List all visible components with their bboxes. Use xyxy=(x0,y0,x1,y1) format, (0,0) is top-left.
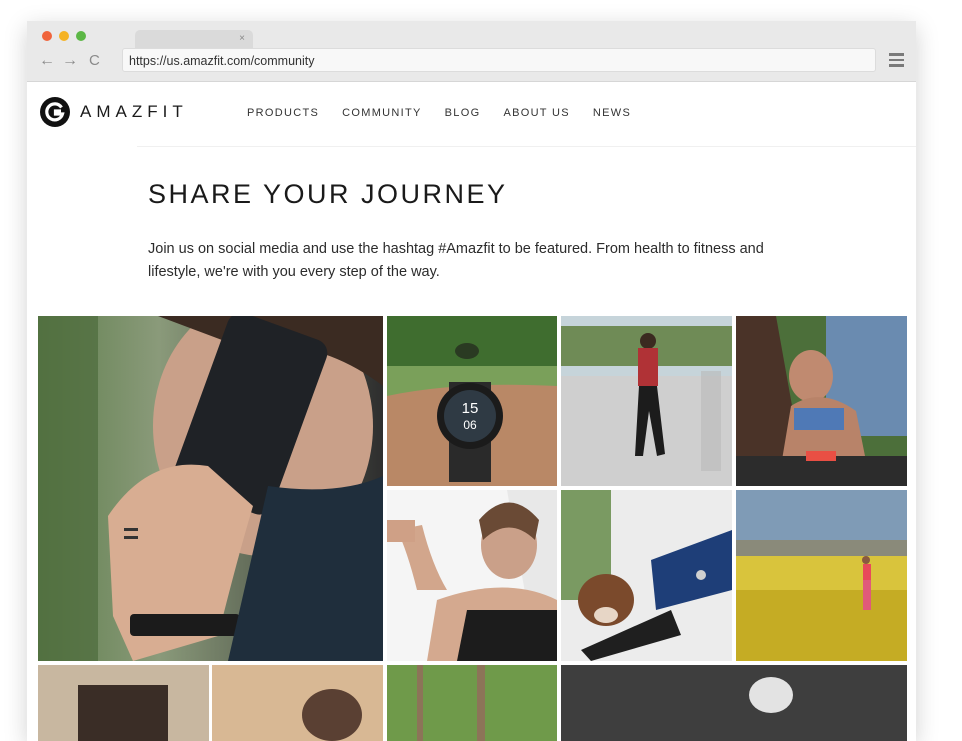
minimize-window-button[interactable] xyxy=(59,31,69,41)
tab-close-icon[interactable]: × xyxy=(239,32,245,46)
hamburger-menu-icon[interactable] xyxy=(889,53,904,67)
intro-text: Join us on social media and use the hash… xyxy=(148,241,764,280)
gallery-photo-dog-shoes[interactable] xyxy=(561,490,732,661)
gallery-photo-flex[interactable] xyxy=(387,490,557,661)
site-header: AMAZFIT PRODUCTS COMMUNITY BLOG ABOUT US… xyxy=(27,82,916,146)
logo-wordmark[interactable]: AMAZFIT xyxy=(80,101,188,123)
forward-arrow-icon[interactable]: → xyxy=(62,51,78,71)
gallery-photo-row3-b[interactable] xyxy=(212,665,383,741)
address-bar[interactable]: https://us.amazfit.com/community xyxy=(122,48,876,72)
nav-community[interactable]: COMMUNITY xyxy=(342,106,422,120)
browser-tab[interactable]: × xyxy=(135,30,253,48)
browser-window: × ← → C https://us.amazfit.com/community… xyxy=(27,21,916,741)
gallery-photo-street-walk[interactable] xyxy=(561,316,732,486)
back-arrow-icon[interactable]: ← xyxy=(39,51,55,71)
amazfit-logo-icon[interactable] xyxy=(40,97,70,127)
close-window-button[interactable] xyxy=(42,31,52,41)
main-nav: PRODUCTS COMMUNITY BLOG ABOUT US NEWS xyxy=(247,106,654,120)
maximize-window-button[interactable] xyxy=(76,31,86,41)
gallery-photo-plank[interactable] xyxy=(736,316,907,486)
watch-minute: 06 xyxy=(463,418,477,432)
browser-chrome: × ← → C https://us.amazfit.com/community xyxy=(27,21,916,82)
gallery-photo-row3-a[interactable] xyxy=(38,665,209,741)
gallery-photo-flower-field[interactable] xyxy=(736,490,907,661)
gallery-photo-watch[interactable]: 15 06 xyxy=(387,316,557,486)
nav-products[interactable]: PRODUCTS xyxy=(247,106,319,120)
header-divider xyxy=(137,146,916,147)
gallery-photo-phone-call[interactable] xyxy=(38,316,383,661)
nav-about-us[interactable]: ABOUT US xyxy=(503,106,569,120)
reload-icon[interactable]: C xyxy=(89,51,100,71)
nav-news[interactable]: NEWS xyxy=(593,106,631,120)
watch-hour: 15 xyxy=(462,400,479,417)
page-title: SHARE YOUR JOURNEY xyxy=(148,179,508,209)
nav-blog[interactable]: BLOG xyxy=(445,106,481,120)
gallery-photo-row3-d[interactable] xyxy=(561,665,907,741)
gallery-photo-row3-c[interactable] xyxy=(387,665,557,741)
